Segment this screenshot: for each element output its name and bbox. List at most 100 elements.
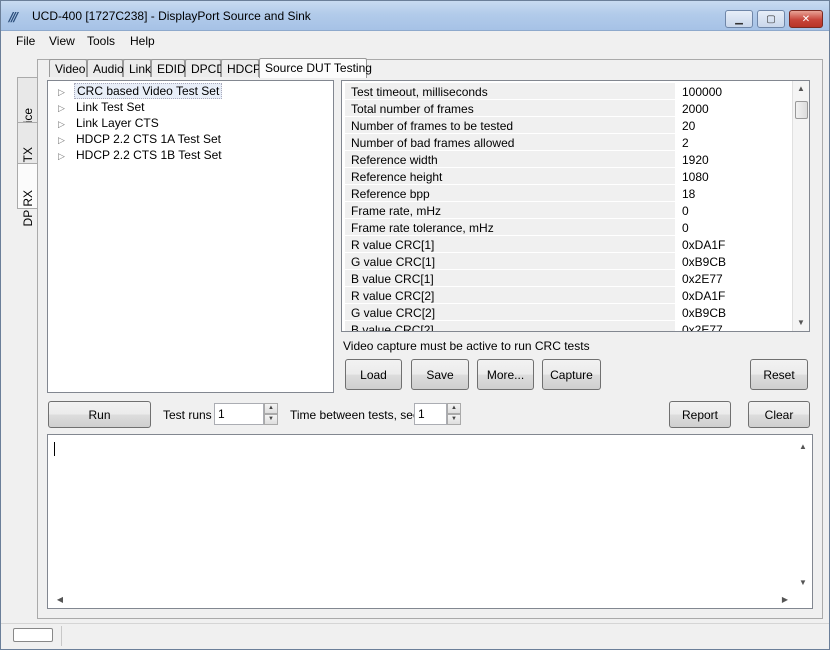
property-value[interactable]: 0 [677,202,792,218]
status-bar [1,623,829,649]
spin-down-icon[interactable]: ▼ [447,414,461,425]
property-name: Number of frames to be tested [345,117,675,133]
properties-grid[interactable]: Test timeout, milliseconds 100000 Total n… [341,80,810,332]
property-row[interactable]: Frame rate tolerance, mHz 0 [345,219,792,236]
property-row[interactable]: Frame rate, mHz 0 [345,202,792,219]
scroll-down-icon[interactable]: ▼ [793,315,809,331]
side-tab-dp-tx[interactable]: DP TX [17,122,37,182]
side-tab-dp-rx[interactable]: DP RX [17,163,37,226]
maximize-button[interactable]: ▢ [757,10,785,28]
property-row[interactable]: Reference width 1920 [345,151,792,168]
property-value[interactable]: 1920 [677,151,792,167]
property-value[interactable]: 2000 [677,100,792,116]
log-output[interactable]: ▲ ▼ ◀ ▶ [47,434,813,609]
spin-up-icon[interactable]: ▲ [264,403,278,414]
property-name: R value CRC[1] [345,236,675,252]
property-name: Test timeout, milliseconds [345,83,675,99]
property-value[interactable]: 0x2E77 [677,270,792,286]
load-button[interactable]: Load [345,359,402,390]
property-value[interactable]: 1080 [677,168,792,184]
tab-source-dut-testing[interactable]: Source DUT Testing [259,58,372,78]
property-row[interactable]: Number of frames to be tested 20 [345,117,792,134]
expand-arrow-icon[interactable]: ▷ [58,151,74,162]
property-value[interactable]: 2 [677,134,792,150]
menu-view[interactable]: View [49,34,75,48]
log-scroll-right-icon[interactable]: ▶ [777,592,793,608]
expand-arrow-icon[interactable]: ▷ [58,119,74,130]
close-icon: ✕ [801,13,811,25]
property-value[interactable]: 0 [677,219,792,235]
property-value[interactable]: 100000 [677,83,792,99]
run-button[interactable]: Run [48,401,151,428]
property-row[interactable]: R value CRC[2] 0xDA1F [345,287,792,304]
property-value[interactable]: 0xB9CB [677,304,792,320]
expand-arrow-icon[interactable]: ▷ [58,87,74,98]
spin-down-icon[interactable]: ▼ [264,414,278,425]
scroll-thumb[interactable] [795,101,808,119]
test-runs-stepper[interactable]: ▲ ▼ [264,403,278,425]
property-value[interactable]: 18 [677,185,792,201]
property-value[interactable]: 0xB9CB [677,253,792,269]
tab-edid[interactable]: EDID [151,59,186,77]
tree-item-hdcp-1a[interactable]: ▷ HDCP 2.2 CTS 1A Test Set [58,132,223,148]
log-scroll-up-icon[interactable]: ▲ [795,439,811,455]
property-value[interactable]: 0x2E77 [677,321,792,331]
expand-arrow-icon[interactable]: ▷ [58,135,74,146]
app-logo-icon: /// [9,10,18,24]
property-name: Frame rate, mHz [345,202,675,218]
time-between-stepper[interactable]: ▲ ▼ [447,403,461,425]
property-row[interactable]: B value CRC[1] 0x2E77 [345,270,792,287]
tree-item-link-test[interactable]: ▷ Link Test Set [58,100,146,116]
menu-file[interactable]: File [16,34,35,48]
expand-arrow-icon[interactable]: ▷ [58,103,74,114]
property-row[interactable]: B value CRC[2] 0x2E77 [345,321,792,331]
property-row[interactable]: G value CRC[2] 0xB9CB [345,304,792,321]
test-set-tree[interactable]: ▷ CRC based Video Test Set ▷ Link Test Set… [47,80,334,393]
app-window: /// UCD-400 [1727C238] - DisplayPort Sou… [0,0,830,650]
clear-button[interactable]: Clear [748,401,810,428]
tab-link[interactable]: Link [123,59,151,77]
spin-up-icon[interactable]: ▲ [447,403,461,414]
property-row[interactable]: Reference height 1080 [345,168,792,185]
title-bar[interactable]: /// UCD-400 [1727C238] - DisplayPort Sou… [1,1,829,31]
property-row[interactable]: R value CRC[1] 0xDA1F [345,236,792,253]
property-row[interactable]: Test timeout, milliseconds 100000 [345,83,792,100]
property-name: R value CRC[2] [345,287,675,303]
time-between-input[interactable]: 1 [414,403,447,425]
reset-button[interactable]: Reset [750,359,808,390]
tab-audio[interactable]: Audio [87,59,124,77]
menu-tools[interactable]: Tools [87,34,115,48]
property-row[interactable]: Number of bad frames allowed 2 [345,134,792,151]
tree-item-hdcp-1b[interactable]: ▷ HDCP 2.2 CTS 1B Test Set [58,148,224,164]
property-row[interactable]: Total number of frames 2000 [345,100,792,117]
tree-item-link-layer[interactable]: ▷ Link Layer CTS [58,116,161,132]
property-value[interactable]: 0xDA1F [677,287,792,303]
more-button[interactable]: More... [477,359,534,390]
close-button[interactable]: ✕ [789,10,823,28]
property-row[interactable]: Reference bpp 18 [345,185,792,202]
tab-video[interactable]: Video [49,59,87,77]
capture-button[interactable]: Capture [542,359,601,390]
property-value[interactable]: 20 [677,117,792,133]
test-runs-input[interactable]: 1 [214,403,264,425]
minimize-button[interactable]: ▁ [725,10,753,28]
tab-hdcp[interactable]: HDCP [221,59,261,77]
scroll-up-icon[interactable]: ▲ [793,81,809,97]
window-title: UCD-400 [1727C238] - DisplayPort Source … [32,9,311,23]
side-tab-label: DP RX [21,190,35,227]
log-scroll-left-icon[interactable]: ◀ [52,592,68,608]
side-tab-device[interactable]: Device [17,77,37,145]
log-scroll-down-icon[interactable]: ▼ [795,575,811,591]
property-value[interactable]: 0xDA1F [677,236,792,252]
properties-scrollbar[interactable]: ▲ ▼ [792,81,809,331]
property-name: Reference width [345,151,675,167]
menu-help[interactable]: Help [130,34,155,48]
report-button[interactable]: Report [669,401,731,428]
tab-dpcd[interactable]: DPCD [185,59,225,77]
property-name: B value CRC[2] [345,321,675,331]
property-row[interactable]: G value CRC[1] 0xB9CB [345,253,792,270]
save-button[interactable]: Save [411,359,469,390]
test-runs-label: Test runs [163,408,212,422]
tree-item-crc[interactable]: ▷ CRC based Video Test Set [58,83,223,100]
minimize-icon: ▁ [735,13,743,25]
